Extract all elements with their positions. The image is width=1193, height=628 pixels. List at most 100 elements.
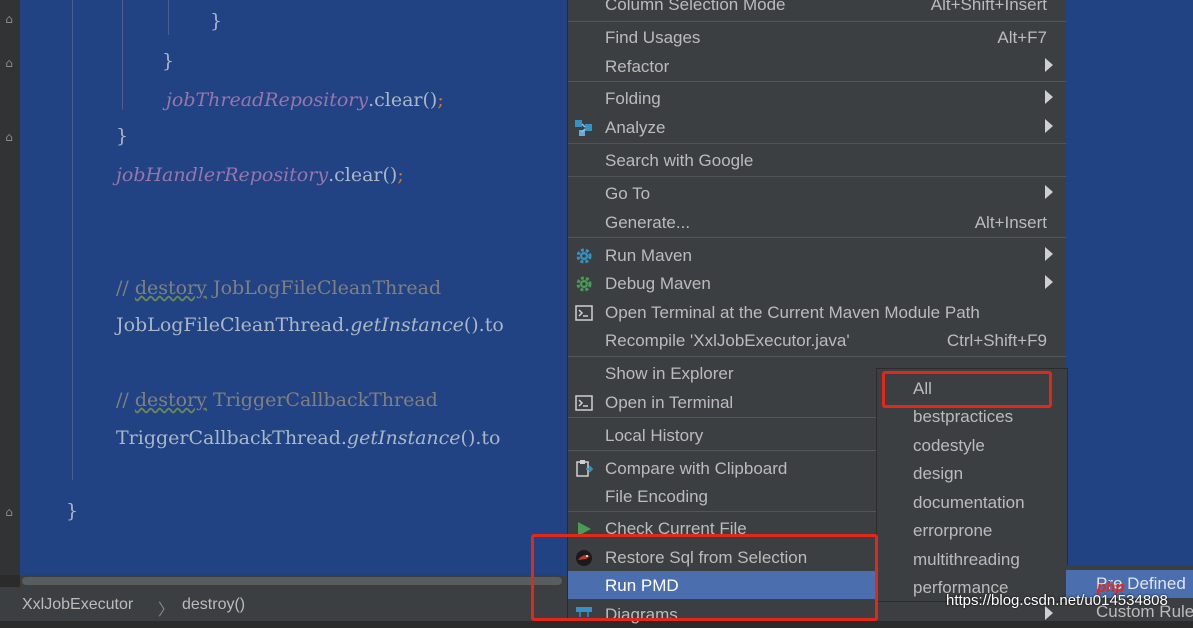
- submenu-arrow-icon: [1045, 247, 1053, 261]
- menu-separator: [568, 81, 1066, 82]
- gear-icon: [576, 248, 592, 264]
- menu-item-label: Column Selection Mode: [605, 0, 786, 14]
- highlight-box-run-pmd: [531, 534, 878, 621]
- submenu-arrow-icon: [1045, 58, 1053, 72]
- code-text: TriggerCallbackThread: [206, 389, 438, 411]
- code-text: JobLogFileCleanThread: [206, 277, 442, 299]
- code-text: JobLogFileCleanThread.: [116, 314, 351, 336]
- highlight-box-all: [882, 371, 1052, 408]
- menu-item-label: Search with Google: [605, 151, 754, 170]
- menu-item-label: Folding: [605, 89, 661, 108]
- fold-marker-icon[interactable]: ⌂: [2, 130, 16, 144]
- code-text: destory: [134, 389, 207, 411]
- code-text: ;: [437, 89, 444, 111]
- menu-separator: [568, 21, 1066, 22]
- clipboard-icon: [576, 460, 594, 477]
- analyze-icon: [575, 120, 592, 136]
- code-text: //: [116, 389, 135, 411]
- code-text: ().to: [463, 314, 504, 336]
- code-text: jobHandlerRepository: [116, 164, 329, 186]
- submenu-item-multithreading[interactable]: multithreading: [877, 545, 1067, 573]
- menu-item-recompile[interactable]: Recompile 'XxlJobExecutor.java' Ctrl+Shi…: [568, 326, 1066, 354]
- breadcrumb-method[interactable]: destroy(): [182, 596, 245, 614]
- code-text: jobThreadRepository: [166, 89, 369, 111]
- menu-item-label: Run Maven: [605, 246, 692, 265]
- fold-marker-icon[interactable]: ⌂: [2, 12, 16, 26]
- code-line: jobHandlerRepository.clear();: [116, 164, 404, 186]
- scrollbar-thumb[interactable]: [22, 577, 562, 585]
- submenu-item-documentation[interactable]: documentation: [877, 488, 1067, 516]
- code-text: destory: [134, 277, 207, 299]
- menu-item-search-with-google[interactable]: Search with Google: [568, 146, 1066, 174]
- menu-item-label: Recompile 'XxlJobExecutor.java': [605, 331, 850, 350]
- breadcrumb-separator: 〉: [158, 602, 175, 619]
- breadcrumb-class[interactable]: XxlJobExecutor: [22, 596, 133, 614]
- menu-item-open-terminal-maven[interactable]: Open Terminal at the Current Maven Modul…: [568, 298, 1066, 326]
- menu-item-label: Open in Terminal: [605, 393, 734, 412]
- menu-item-go-to[interactable]: Go To: [568, 179, 1066, 207]
- code-text: }: [210, 10, 223, 32]
- indent-guide: [72, 0, 73, 480]
- submenu-item-label: multithreading: [913, 550, 1020, 569]
- submenu-item-label: design: [913, 464, 964, 483]
- gear-icon: [576, 276, 592, 292]
- menu-item-run-maven[interactable]: Run Maven: [568, 241, 1066, 269]
- submenu-item-label: documentation: [913, 493, 1025, 512]
- code-line: }: [116, 125, 128, 147]
- code-text: .clear(): [368, 89, 438, 111]
- code-comment: // destory JobLogFileCleanThread: [116, 277, 441, 299]
- menu-item-shortcut: Alt+Shift+Insert: [930, 0, 1047, 14]
- menu-item-folding[interactable]: Folding: [568, 84, 1066, 112]
- terminal-icon: [575, 395, 593, 411]
- code-line: }: [210, 10, 222, 32]
- menu-item-label: Show in Explorer: [605, 364, 734, 383]
- code-line: JobLogFileCleanThread.getInstance().to: [116, 314, 504, 336]
- submenu-arrow-icon: [1045, 275, 1053, 289]
- menu-separator: [568, 237, 1066, 238]
- submenu-item-label: codestyle: [913, 436, 985, 455]
- fold-marker-icon[interactable]: ⌂: [2, 505, 16, 519]
- code-text: }: [162, 50, 175, 72]
- menu-item-label: Go To: [605, 184, 651, 203]
- menu-item-refactor[interactable]: Refactor: [568, 52, 1066, 80]
- menu-item-analyze[interactable]: Analyze: [568, 113, 1066, 141]
- menu-item-label: File Encoding: [605, 487, 709, 506]
- menu-item-generate[interactable]: Generate... Alt+Insert: [568, 208, 1066, 236]
- code-line: }: [162, 50, 174, 72]
- submenu-item-design[interactable]: design: [877, 459, 1067, 487]
- menu-item-find-usages[interactable]: Find Usages Alt+F7: [568, 23, 1066, 51]
- submenu-arrow-icon: [1045, 119, 1053, 133]
- code-text: TriggerCallbackThread.: [116, 427, 347, 449]
- fold-marker-icon[interactable]: ⌂: [2, 56, 16, 70]
- code-text: ().to: [460, 427, 501, 449]
- watermark-url: https://blog.csdn.net/u014534808: [946, 592, 1168, 609]
- editor-gutter: ⌂ ⌂ ⌂ ⌂: [0, 0, 20, 575]
- terminal-icon: [575, 305, 593, 321]
- submenu-item-label: errorprone: [913, 521, 993, 540]
- submenu-arrow-icon: [1045, 90, 1053, 104]
- code-text: //: [116, 277, 135, 299]
- menu-item-label: Local History: [605, 426, 704, 445]
- submenu-item-label: bestpractices: [913, 407, 1014, 426]
- menu-item-label: Open Terminal at the Current Maven Modul…: [605, 303, 980, 322]
- menu-item-shortcut: Alt+F7: [997, 28, 1047, 47]
- menu-separator: [568, 356, 1066, 357]
- submenu-arrow-icon: [1045, 185, 1053, 199]
- code-text: getInstance: [346, 427, 461, 449]
- code-text: }: [66, 500, 79, 522]
- code-line: TriggerCallbackThread.getInstance().to: [116, 427, 501, 449]
- menu-item-column-selection-mode[interactable]: Column Selection Mode Alt+Shift+Insert: [568, 0, 1066, 18]
- menu-separator: [568, 143, 1066, 144]
- menu-item-shortcut: Ctrl+Shift+F9: [946, 331, 1047, 350]
- menu-item-label: Generate...: [605, 213, 691, 232]
- menu-item-debug-maven[interactable]: Debug Maven: [568, 269, 1066, 297]
- submenu-item-errorprone[interactable]: errorprone: [877, 516, 1067, 544]
- code-text: getInstance: [350, 314, 464, 336]
- menu-item-label: Find Usages: [605, 28, 701, 47]
- submenu-item-codestyle[interactable]: codestyle: [877, 431, 1067, 459]
- indent-guide: [168, 0, 169, 35]
- menu-item-shortcut: Alt+Insert: [974, 213, 1047, 232]
- code-comment: // destory TriggerCallbackThread: [116, 389, 438, 411]
- menu-item-label: Compare with Clipboard: [605, 459, 788, 478]
- menu-separator: [568, 176, 1066, 177]
